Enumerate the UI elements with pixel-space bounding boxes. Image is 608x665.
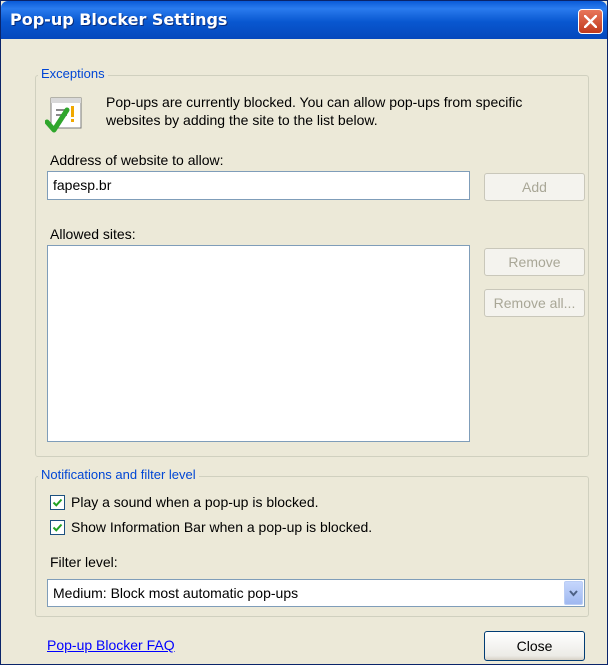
- info-bar-checkbox[interactable]: [50, 520, 65, 535]
- dialog-client-area: Exceptions Pop-ups are currently blocked…: [4, 39, 604, 663]
- chevron-down-icon: [569, 590, 578, 597]
- window-title: Pop-up Blocker Settings: [10, 10, 228, 29]
- play-sound-label[interactable]: Play a sound when a pop-up is blocked.: [71, 494, 319, 510]
- title-close-button[interactable]: [578, 9, 603, 34]
- faq-link[interactable]: Pop-up Blocker FAQ: [47, 637, 175, 653]
- notifications-legend: Notifications and filter level: [38, 467, 199, 482]
- address-input-value: fapesp.br: [53, 177, 112, 193]
- remove-button[interactable]: Remove: [484, 248, 585, 276]
- address-input[interactable]: fapesp.br: [47, 171, 470, 200]
- info-text-line2: websites by adding the site to the list …: [106, 112, 378, 128]
- close-icon: [584, 15, 597, 28]
- check-icon: [52, 523, 63, 532]
- add-button[interactable]: Add: [484, 173, 585, 201]
- info-bar-label[interactable]: Show Information Bar when a pop-up is bl…: [71, 519, 372, 535]
- address-label: Address of website to allow:: [50, 152, 224, 168]
- info-text-line1: Pop-ups are currently blocked. You can a…: [106, 94, 523, 110]
- allowed-sites-list[interactable]: [47, 245, 470, 442]
- allowed-sites-label: Allowed sites:: [50, 226, 136, 242]
- exceptions-legend: Exceptions: [38, 66, 108, 81]
- check-icon: [52, 498, 63, 507]
- remove-all-button[interactable]: Remove all...: [484, 289, 585, 317]
- checkmark-warning-icon: [44, 96, 85, 138]
- filter-level-value: Medium: Block most automatic pop-ups: [53, 585, 299, 601]
- filter-level-label: Filter level:: [50, 554, 118, 570]
- close-button[interactable]: Close: [484, 631, 585, 661]
- play-sound-checkbox[interactable]: [50, 495, 65, 510]
- popup-blocker-dialog: Pop-up Blocker Settings Exceptions Pop-u…: [0, 0, 608, 665]
- filter-level-select[interactable]: Medium: Block most automatic pop-ups: [47, 579, 585, 607]
- filter-dropdown-button[interactable]: [564, 581, 583, 605]
- title-bar[interactable]: Pop-up Blocker Settings: [1, 1, 607, 39]
